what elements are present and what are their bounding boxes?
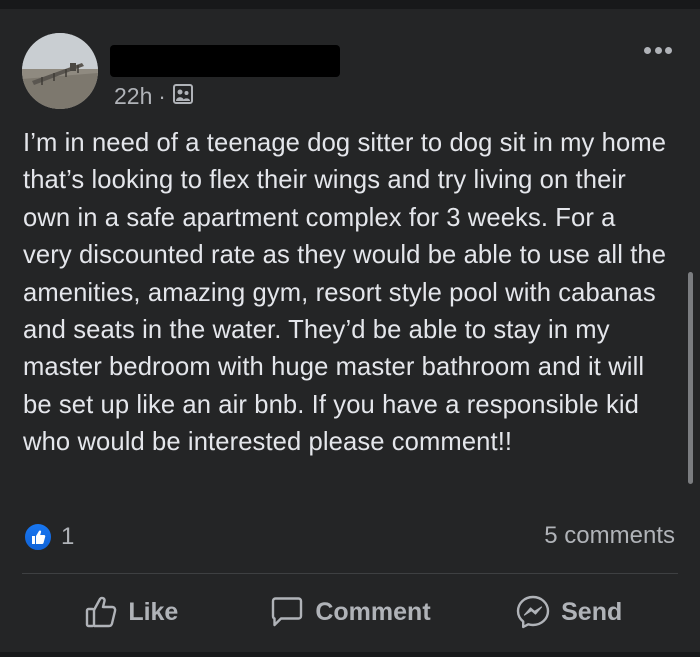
comment-button[interactable]: Comment — [241, 584, 460, 640]
send-label: Send — [561, 597, 623, 626]
like-icon — [23, 522, 53, 552]
top-edge — [0, 0, 700, 9]
post-body: I’m in need of a teenage dog sitter to d… — [23, 129, 667, 457]
action-bar: Like Comment Send — [22, 584, 678, 640]
author-avatar[interactable] — [22, 33, 98, 109]
comments-count[interactable]: 5 comments — [544, 522, 675, 550]
like-button[interactable]: Like — [22, 584, 241, 640]
post-timestamp[interactable]: 22h — [114, 83, 152, 110]
reaction-count: 1 — [61, 523, 75, 550]
scrollbar[interactable] — [688, 272, 693, 484]
author-name-redaction — [110, 45, 340, 77]
like-label: Like — [128, 597, 179, 626]
divider — [22, 573, 678, 574]
meta-separator: · — [158, 83, 166, 109]
friends-icon — [172, 83, 194, 110]
post-card: 22h · I’m in need of a teenage dog sitte… — [0, 0, 700, 657]
post-header: 22h · — [22, 33, 678, 111]
thumbs-up-icon — [84, 595, 118, 629]
more-options-icon[interactable] — [638, 37, 678, 63]
messenger-icon — [515, 594, 551, 630]
bottom-edge — [0, 652, 700, 657]
comment-bubble-icon — [269, 595, 305, 629]
comment-label: Comment — [315, 597, 431, 626]
post-meta: 22h · — [114, 83, 194, 110]
send-button[interactable]: Send — [459, 584, 678, 640]
reactions-summary[interactable]: 1 — [23, 522, 74, 552]
